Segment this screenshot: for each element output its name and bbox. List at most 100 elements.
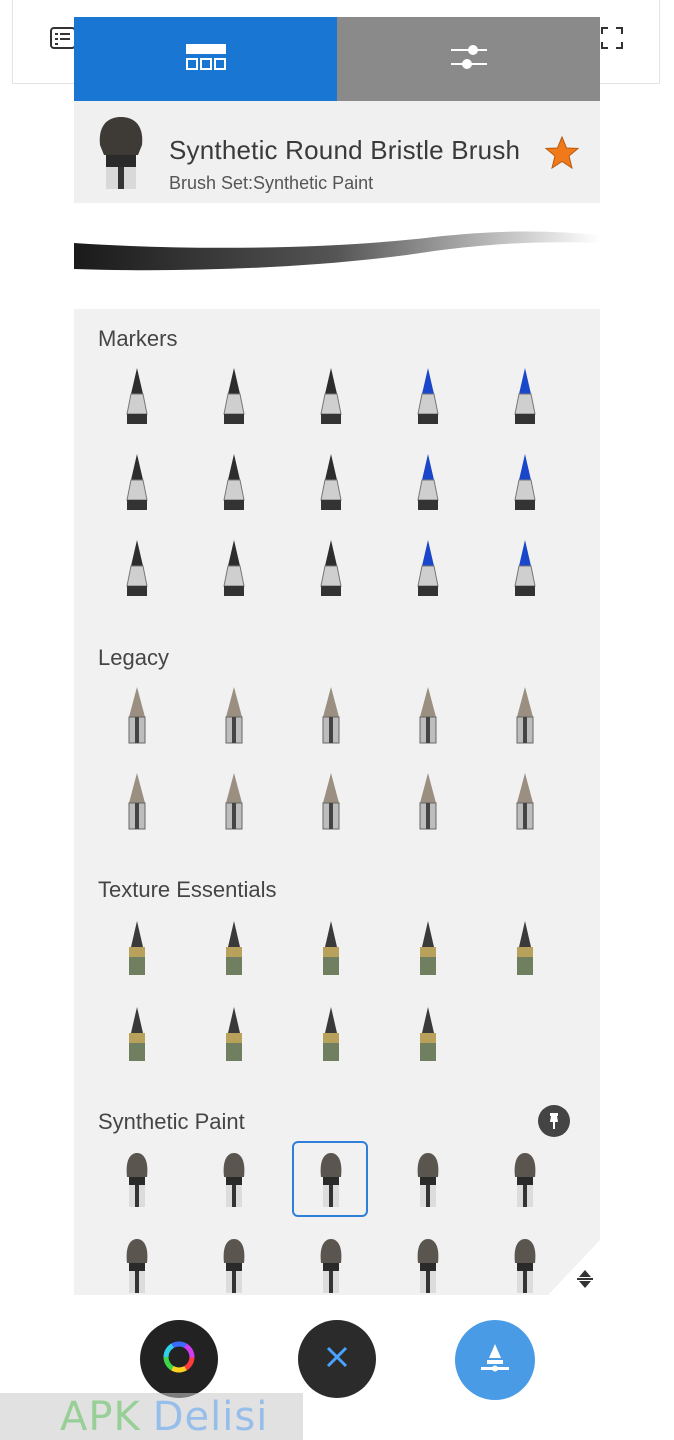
watermark: APK Delisi <box>0 1393 303 1440</box>
brush-tip-icon <box>212 1147 256 1216</box>
brush-item[interactable] <box>282 906 379 992</box>
brush-item[interactable] <box>379 527 476 613</box>
brush-tip-icon <box>406 1233 450 1296</box>
brush-item[interactable] <box>185 760 282 846</box>
brush-tip-icon <box>408 536 448 605</box>
brush-item[interactable] <box>88 527 185 613</box>
section-title: Legacy <box>98 645 169 670</box>
brush-item[interactable] <box>88 906 185 992</box>
brush-item[interactable] <box>282 527 379 613</box>
brush-tip-icon <box>408 364 448 433</box>
favorite-star-icon[interactable] <box>544 135 580 171</box>
brush-item[interactable] <box>185 1138 282 1224</box>
color-picker-button[interactable] <box>140 1320 218 1398</box>
brush-item[interactable] <box>476 1224 573 1295</box>
brush-item[interactable] <box>88 1138 185 1224</box>
brush-item[interactable] <box>88 760 185 846</box>
brush-item[interactable] <box>88 355 185 441</box>
section-title: Markers <box>98 326 178 351</box>
brush-item[interactable] <box>185 355 282 441</box>
brush-library-icon <box>185 43 227 76</box>
stroke-preview <box>74 203 600 309</box>
brush-grid <box>88 906 573 1078</box>
list-icon[interactable] <box>49 24 77 52</box>
resize-handle-icon[interactable] <box>574 1268 596 1290</box>
brush-tool-button[interactable] <box>455 1320 535 1400</box>
brush-tip-icon <box>406 1147 450 1216</box>
brush-item[interactable] <box>185 674 282 760</box>
close-button[interactable] <box>298 1320 376 1398</box>
brush-item[interactable] <box>185 1224 282 1295</box>
brush-item[interactable] <box>476 441 573 527</box>
sliders-icon <box>449 42 489 77</box>
watermark-apk: APK <box>60 1393 141 1440</box>
brush-item[interactable] <box>282 1224 379 1295</box>
tab-brush-library[interactable] <box>74 17 337 101</box>
brush-item[interactable] <box>379 992 476 1078</box>
brush-item[interactable] <box>88 441 185 527</box>
brush-item[interactable] <box>379 760 476 846</box>
brush-item[interactable] <box>476 355 573 441</box>
close-icon <box>324 1344 350 1375</box>
brush-item[interactable] <box>185 527 282 613</box>
brush-tip-icon <box>212 769 256 838</box>
brush-tip-icon <box>212 1001 256 1070</box>
brush-item[interactable] <box>282 674 379 760</box>
brush-tip-icon <box>408 450 448 519</box>
brush-library-panel: Synthetic Round Bristle Brush Brush Set:… <box>74 17 600 1295</box>
brush-tip-icon <box>503 683 547 752</box>
brush-name: Synthetic Round Bristle Brush <box>169 135 521 165</box>
brush-item[interactable] <box>185 992 282 1078</box>
brush-item[interactable] <box>379 674 476 760</box>
brush-tip-icon <box>117 364 157 433</box>
brush-item[interactable] <box>282 441 379 527</box>
brush-tip-icon <box>503 1147 547 1216</box>
brush-grid <box>88 1138 573 1295</box>
brush-item[interactable] <box>476 760 573 846</box>
brush-item[interactable] <box>379 1138 476 1224</box>
brush-item[interactable] <box>476 527 573 613</box>
brush-tip-icon <box>406 769 450 838</box>
pin-icon[interactable] <box>538 1105 570 1137</box>
section-title: Texture Essentials <box>98 877 277 902</box>
brush-item[interactable] <box>88 992 185 1078</box>
brush-grid <box>88 674 573 846</box>
brush-tip-icon <box>406 915 450 984</box>
brush-item[interactable] <box>282 760 379 846</box>
brush-item[interactable] <box>379 906 476 992</box>
brush-item[interactable] <box>282 355 379 441</box>
brush-icon <box>477 1340 513 1381</box>
watermark-delisi: Delisi <box>152 1393 269 1440</box>
brush-item[interactable] <box>476 674 573 760</box>
panel-tabs <box>74 17 600 101</box>
brush-item[interactable] <box>379 355 476 441</box>
brush-tip-icon <box>309 683 353 752</box>
brush-item[interactable] <box>476 1138 573 1224</box>
brush-tip-icon <box>503 769 547 838</box>
brush-tip-icon <box>115 915 159 984</box>
brush-tip-icon <box>115 1233 159 1296</box>
brush-tip-icon <box>214 450 254 519</box>
brush-tip-icon <box>503 915 547 984</box>
brush-tip-icon <box>406 683 450 752</box>
brush-item[interactable] <box>476 906 573 992</box>
brush-item[interactable] <box>379 441 476 527</box>
brush-tip-icon <box>311 450 351 519</box>
brush-tip-icon <box>505 450 545 519</box>
brush-item[interactable] <box>185 441 282 527</box>
brush-set-label: Brush Set:Synthetic Paint <box>169 173 374 193</box>
brush-tip-icon <box>212 915 256 984</box>
brush-item[interactable] <box>282 1138 379 1224</box>
brush-tip-icon <box>115 683 159 752</box>
brush-tip-icon <box>115 1001 159 1070</box>
color-wheel-icon <box>162 1340 196 1379</box>
tab-brush-properties[interactable] <box>337 17 600 101</box>
brush-item[interactable] <box>88 1224 185 1295</box>
brush-tip-icon <box>309 1233 353 1296</box>
fullscreen-icon[interactable] <box>598 24 626 52</box>
brush-tip-icon <box>117 450 157 519</box>
brush-item[interactable] <box>282 992 379 1078</box>
brush-item[interactable] <box>185 906 282 992</box>
brush-item[interactable] <box>88 674 185 760</box>
brush-item[interactable] <box>379 1224 476 1295</box>
